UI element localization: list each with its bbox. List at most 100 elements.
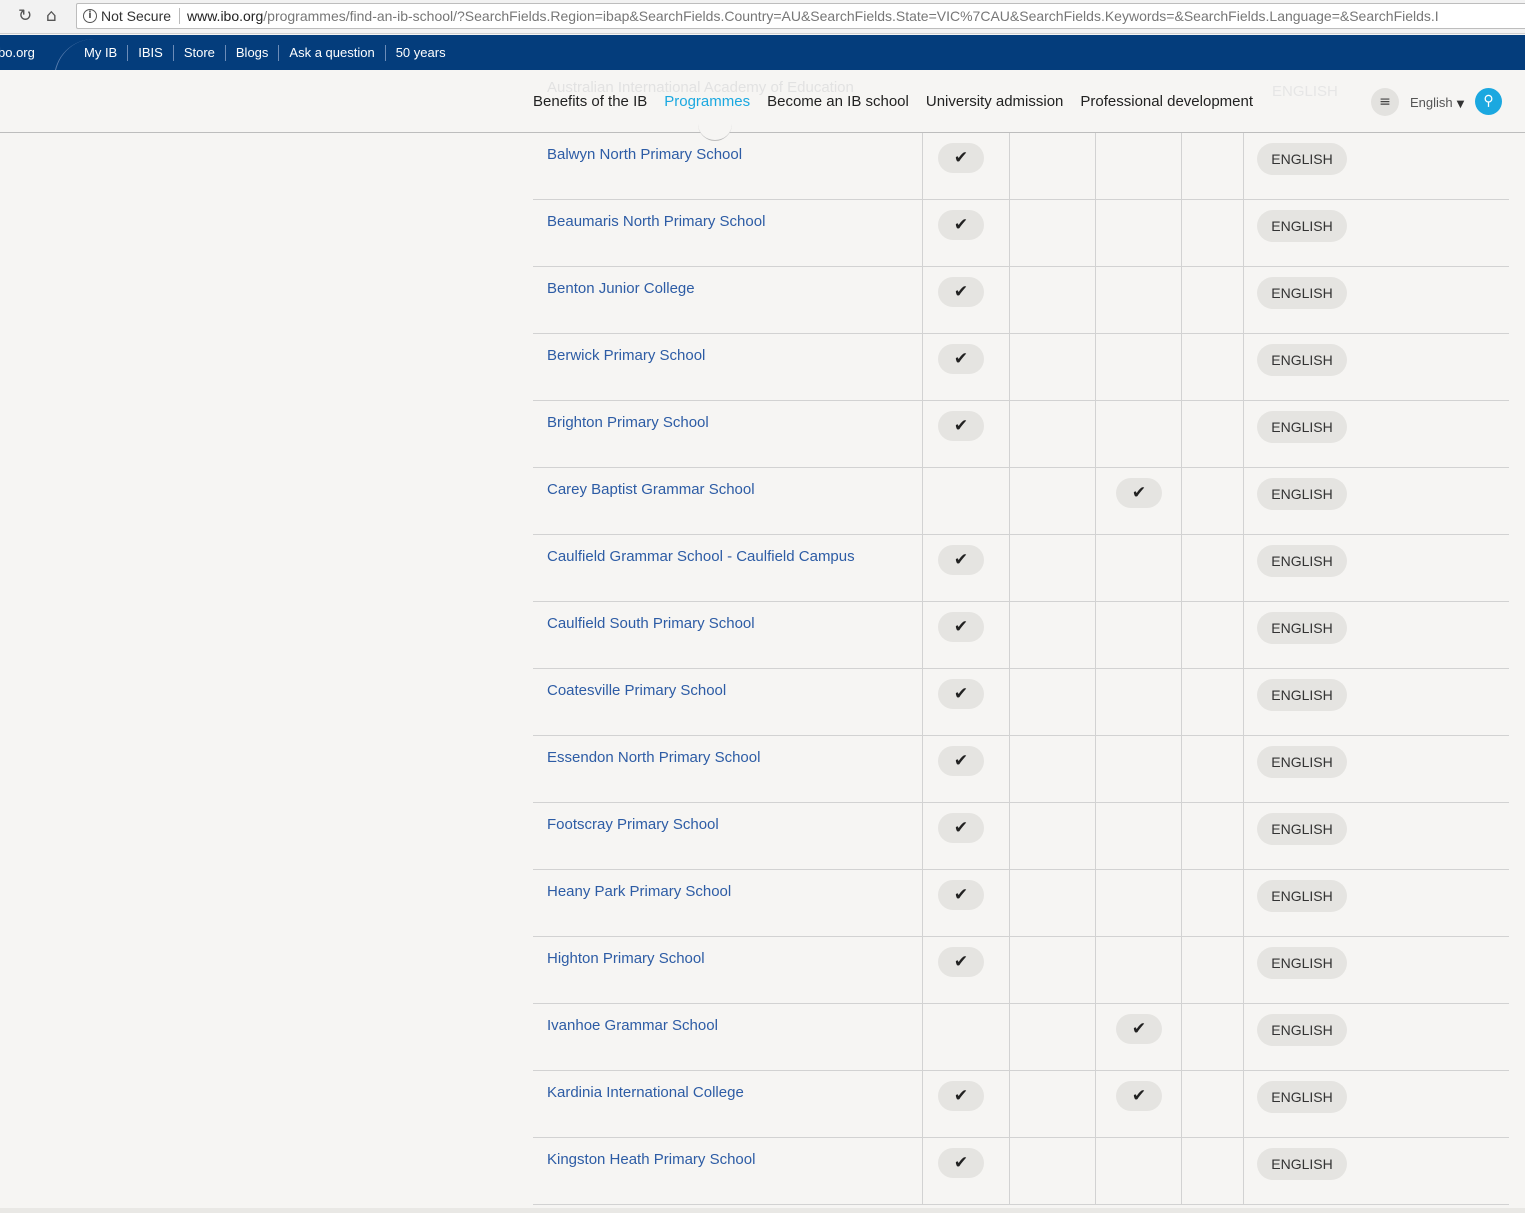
- table-row: Heany Park Primary School ✔ ENGLISH: [533, 870, 1509, 937]
- column-divider: [922, 535, 923, 602]
- column-divider: [1095, 468, 1096, 535]
- column-divider: [1009, 937, 1010, 1004]
- language-badge: ENGLISH: [1257, 947, 1347, 979]
- column-divider: [1009, 669, 1010, 736]
- ghost-language-label: ENGLISH: [1272, 83, 1338, 100]
- forward-icon[interactable]: ›: [0, 6, 1, 26]
- table-row: Caulfield Grammar School - Caulfield Cam…: [533, 535, 1509, 602]
- school-name-link[interactable]: Coatesville Primary School: [547, 682, 726, 699]
- utility-link-store[interactable]: Store: [172, 45, 225, 61]
- address-bar[interactable]: i Not Secure www.ibo.org/programmes/find…: [76, 3, 1525, 29]
- column-divider: [1009, 535, 1010, 602]
- pyp-check-icon: ✔: [938, 545, 984, 575]
- pyp-check-icon: ✔: [938, 880, 984, 910]
- utility-link-ibis[interactable]: IBIS: [127, 45, 173, 61]
- column-divider: [922, 133, 923, 200]
- utility-link-50-years[interactable]: 50 years: [384, 45, 456, 61]
- dp-check-icon: ✔: [1116, 1081, 1162, 1111]
- column-divider: [1009, 267, 1010, 334]
- site-header: Australian International Academy of Educ…: [0, 70, 1525, 141]
- column-divider: [1243, 937, 1244, 1004]
- column-divider: [1009, 870, 1010, 937]
- nav-programmes[interactable]: Programmes: [664, 93, 750, 110]
- school-name-link[interactable]: Benton Junior College: [547, 280, 695, 297]
- reload-icon[interactable]: ↻: [18, 6, 32, 26]
- pyp-check-icon: ✔: [938, 344, 984, 374]
- utility-bar: bo.org My IB IBIS Store Blogs Ask a ques…: [0, 35, 1525, 99]
- school-name-link[interactable]: Caulfield South Primary School: [547, 615, 755, 632]
- pyp-check-icon: ✔: [938, 277, 984, 307]
- column-divider: [1181, 535, 1182, 602]
- school-name-link[interactable]: Footscray Primary School: [547, 816, 719, 833]
- school-name-link[interactable]: Carey Baptist Grammar School: [547, 481, 755, 498]
- language-badge: ENGLISH: [1257, 277, 1347, 309]
- column-divider: [922, 736, 923, 803]
- school-name-link[interactable]: Brighton Primary School: [547, 414, 709, 431]
- column-divider: [1009, 468, 1010, 535]
- pyp-check-icon: ✔: [938, 1148, 984, 1178]
- url-host: www.ibo.org: [187, 8, 264, 24]
- url-text[interactable]: www.ibo.org/programmes/find-an-ib-school…: [187, 4, 1439, 28]
- column-divider: [1095, 334, 1096, 401]
- school-name-link[interactable]: Kingston Heath Primary School: [547, 1151, 755, 1168]
- column-divider: [1243, 133, 1244, 200]
- column-divider: [1095, 937, 1096, 1004]
- column-divider: [1181, 1004, 1182, 1071]
- caret-down-icon: ▼: [1456, 99, 1465, 110]
- school-name-link[interactable]: Essendon North Primary School: [547, 749, 760, 766]
- school-name-link[interactable]: Balwyn North Primary School: [547, 146, 742, 163]
- search-icon[interactable]: ⚲: [1475, 88, 1502, 115]
- menu-icon[interactable]: ≡: [1371, 88, 1399, 116]
- column-divider: [922, 602, 923, 669]
- column-divider: [922, 468, 923, 535]
- school-name-link[interactable]: Caulfield Grammar School - Caulfield Cam…: [547, 548, 855, 565]
- school-name-link[interactable]: Ivanhoe Grammar School: [547, 1017, 718, 1034]
- site-link[interactable]: bo.org: [0, 45, 35, 60]
- nav-university-admission[interactable]: University admission: [926, 93, 1064, 110]
- language-badge: ENGLISH: [1257, 545, 1347, 577]
- column-divider: [922, 803, 923, 870]
- table-row: Highton Primary School ✔ ENGLISH: [533, 937, 1509, 1004]
- column-divider: [1181, 200, 1182, 267]
- home-icon[interactable]: ⌂: [46, 6, 57, 26]
- school-name-link[interactable]: Highton Primary School: [547, 950, 705, 967]
- language-badge: ENGLISH: [1257, 612, 1347, 644]
- school-name-link[interactable]: Beaumaris North Primary School: [547, 213, 765, 230]
- column-divider: [922, 1071, 923, 1138]
- pyp-check-icon: ✔: [938, 411, 984, 441]
- column-divider: [1243, 267, 1244, 334]
- language-badge: ENGLISH: [1257, 679, 1347, 711]
- not-secure-label: Not Secure: [101, 8, 172, 24]
- column-divider: [1181, 736, 1182, 803]
- column-divider: [1181, 1138, 1182, 1205]
- utility-link-my-ib[interactable]: My IB: [84, 45, 127, 61]
- school-name-link[interactable]: Berwick Primary School: [547, 347, 705, 364]
- column-divider: [1243, 401, 1244, 468]
- language-badge: ENGLISH: [1257, 746, 1347, 778]
- info-icon[interactable]: i: [83, 9, 97, 23]
- column-divider: [1181, 267, 1182, 334]
- school-name-link[interactable]: Kardinia International College: [547, 1084, 744, 1101]
- column-divider: [922, 401, 923, 468]
- school-name-link[interactable]: Heany Park Primary School: [547, 883, 731, 900]
- nav-professional-development[interactable]: Professional development: [1080, 93, 1253, 110]
- column-divider: [922, 200, 923, 267]
- column-divider: [1243, 870, 1244, 937]
- column-divider: [922, 1004, 923, 1071]
- page-bottom-edge: [0, 1208, 1525, 1213]
- utility-link-blogs[interactable]: Blogs: [224, 45, 279, 61]
- language-badge: ENGLISH: [1257, 344, 1347, 376]
- nav-become-ib-school[interactable]: Become an IB school: [767, 93, 909, 110]
- column-divider: [1095, 1138, 1096, 1205]
- column-divider: [1181, 870, 1182, 937]
- column-divider: [1243, 602, 1244, 669]
- utility-link-ask-question[interactable]: Ask a question: [278, 45, 384, 61]
- column-divider: [1181, 468, 1182, 535]
- language-select[interactable]: English ▼: [1410, 95, 1464, 110]
- table-row: Kardinia International College ✔ ✔ ENGLISH: [533, 1071, 1509, 1138]
- column-divider: [1009, 401, 1010, 468]
- nav-benefits[interactable]: Benefits of the IB: [533, 93, 647, 110]
- column-divider: [1095, 1071, 1096, 1138]
- school-results-table: Balwyn North Primary School ✔ ENGLISH Beaum…: [533, 133, 1509, 1205]
- main-nav: Benefits of the IB Programmes Become an …: [533, 93, 1270, 110]
